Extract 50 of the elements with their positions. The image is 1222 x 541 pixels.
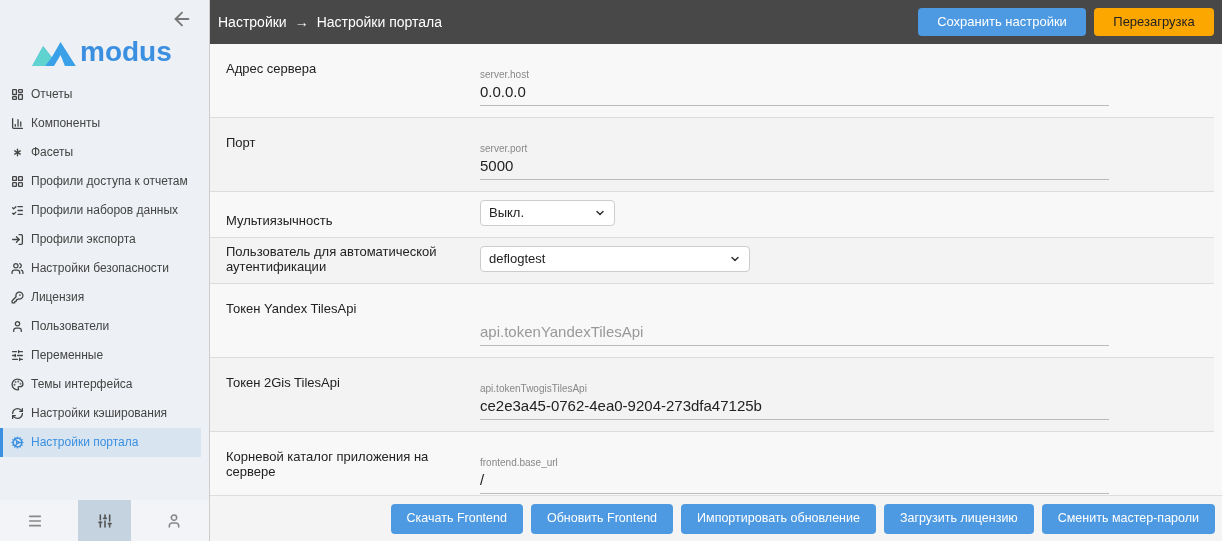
sliders-icon: [11, 349, 24, 362]
field-label: frontend.base_url: [480, 457, 558, 468]
input-field[interactable]: 0.0.0.0: [480, 78, 1109, 106]
input-field[interactable]: /: [480, 466, 1109, 494]
list-icon: [11, 204, 24, 217]
export-icon: [11, 233, 24, 246]
setting-label: Адрес сервера: [226, 60, 317, 78]
sidebar-item[interactable]: Лицензия: [0, 283, 201, 312]
users-icon: [11, 262, 24, 275]
sidebar-item[interactable]: Компоненты: [0, 109, 201, 138]
dashboard-icon: [11, 88, 24, 101]
sidebar-item[interactable]: Отчеты: [0, 80, 201, 109]
setting-label: Корневой каталог приложения на сервере: [226, 448, 430, 481]
palette-icon: [11, 378, 24, 391]
sidebar-item[interactable]: Темы интерфейса: [0, 370, 201, 399]
sidebar-item[interactable]: Настройки кэширования: [0, 399, 201, 428]
reload-button[interactable]: Перезагрузка: [1094, 8, 1214, 36]
bar-chart-icon: [11, 117, 24, 130]
refresh-icon: [11, 407, 24, 420]
breadcrumb-text[interactable]: Настройки портала: [316, 11, 443, 33]
input-field[interactable]: 5000: [480, 152, 1109, 180]
sidebar-item[interactable]: Профили доступа к отчетам: [0, 167, 201, 196]
setting-label: Мультиязычность: [226, 213, 333, 230]
bottom-tab[interactable]: [77, 500, 132, 541]
user-icon: [11, 320, 24, 333]
sidebar-item[interactable]: Пользователи: [0, 312, 201, 341]
setting-label: Токен Yandex TilesApi: [226, 300, 357, 318]
field-label: api.tokenTwogisTilesApi: [480, 383, 587, 394]
sidebar-item[interactable]: Настройки безопасности: [0, 254, 201, 283]
input-field[interactable]: api.tokenYandexTilesApi: [480, 318, 1109, 346]
logo-icon: [32, 42, 76, 66]
sidebar-item[interactable]: Переменные: [0, 341, 201, 370]
logo-text: modus: [80, 38, 172, 66]
setting-label: Токен 2Gis TilesApi: [226, 374, 340, 392]
grid-icon: [11, 175, 24, 188]
arrow-text: →: [294, 12, 309, 32]
sidebar-item[interactable]: Фасеты: [0, 138, 201, 167]
breadcrumb-text[interactable]: Настройки: [218, 11, 287, 33]
gear-icon: [11, 436, 24, 449]
asterisk-icon: [11, 146, 24, 159]
key-icon: [11, 291, 24, 304]
field-label: server.host: [480, 69, 529, 80]
sidebar-item[interactable]: Профили экспорта: [0, 225, 201, 254]
setting-label: Порт: [226, 134, 256, 152]
setting-label: Пользователь для автоматической аутентификации: [226, 244, 438, 276]
sidebar-item[interactable]: Профили наборов данных: [0, 196, 201, 225]
sliders-icon: [96, 512, 113, 529]
dropdown[interactable]: deflogtest: [480, 246, 750, 272]
dropdown[interactable]: Выкл.: [480, 200, 615, 226]
field-label: server.port: [480, 143, 528, 154]
